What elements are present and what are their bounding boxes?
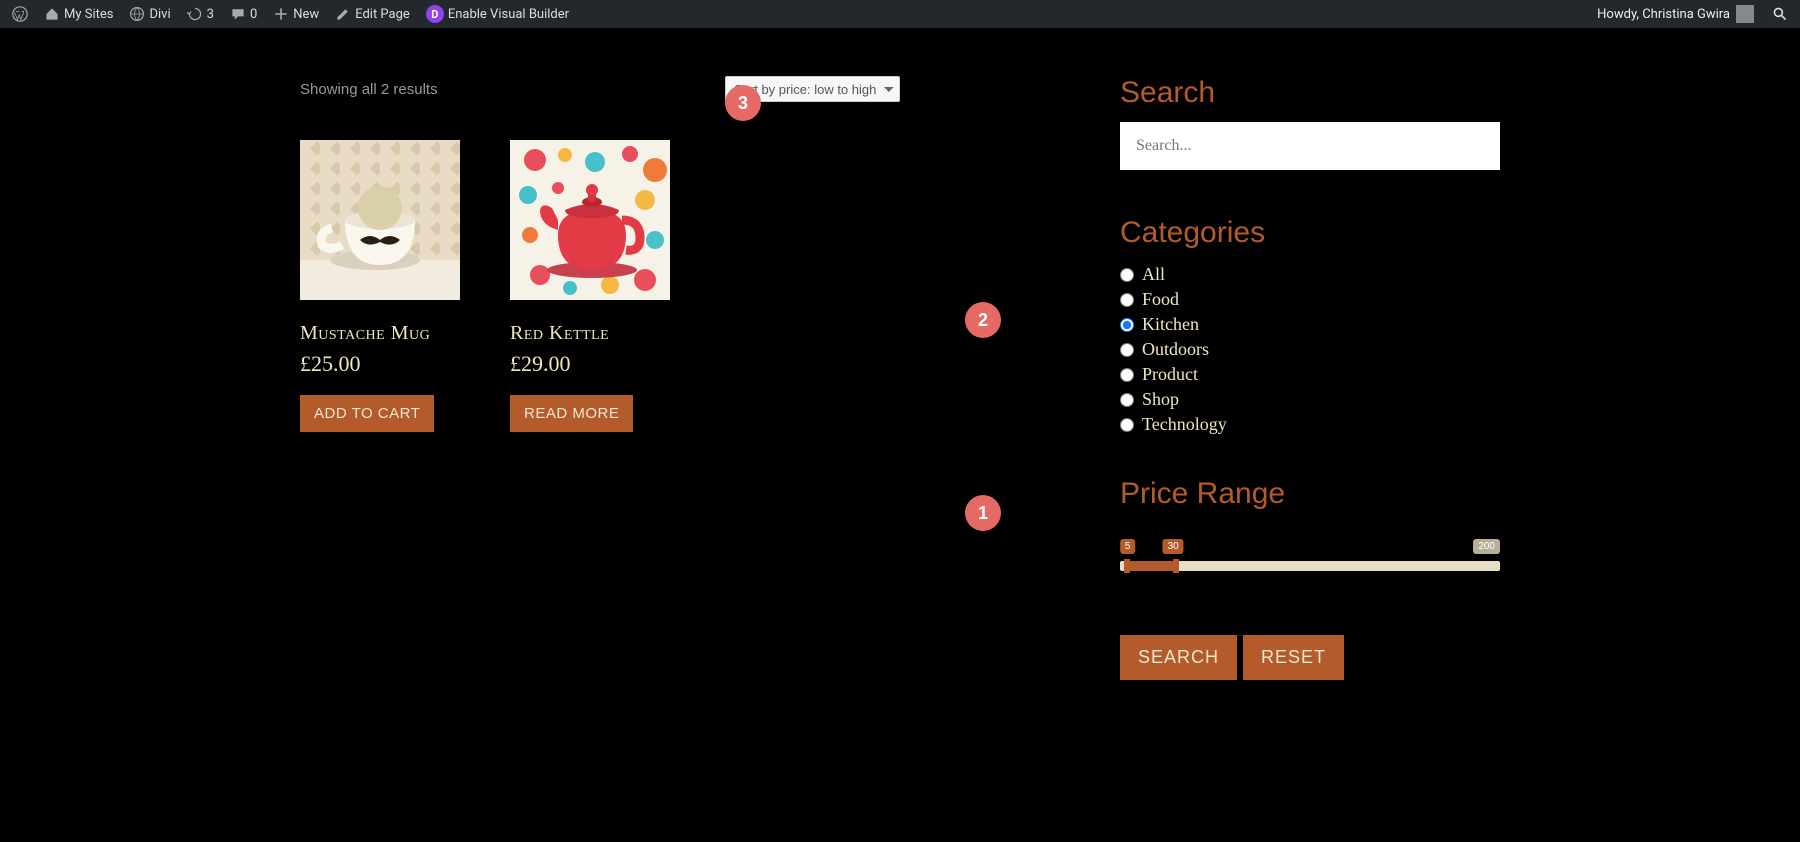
category-radio[interactable]	[1120, 393, 1134, 407]
price-range-title: Price Range	[1120, 477, 1500, 511]
category-radio[interactable]	[1120, 268, 1134, 282]
home-icon	[44, 6, 60, 22]
category-radio[interactable]	[1120, 293, 1134, 307]
category-radio[interactable]	[1120, 343, 1134, 357]
category-item-kitchen[interactable]: Kitchen	[1120, 312, 1500, 337]
annotation-marker-2: 2	[965, 302, 1001, 338]
wp-admin-bar: My Sites Divi 3 0 New	[0, 0, 1800, 28]
category-label: Food	[1142, 289, 1179, 310]
visual-builder-label: Enable Visual Builder	[448, 7, 569, 22]
product-thumbnail[interactable]	[300, 140, 460, 300]
search-widget: Search	[1120, 76, 1500, 170]
comments-count: 0	[250, 7, 257, 22]
read-more-button[interactable]: READ MORE	[510, 395, 633, 432]
search-input[interactable]	[1120, 122, 1500, 170]
product-card[interactable]: Red Kettle £29.00 READ MORE	[510, 140, 670, 432]
pencil-icon	[335, 6, 351, 22]
search-icon[interactable]	[1772, 6, 1788, 22]
slider-handle-low[interactable]	[1124, 559, 1130, 573]
site-name-label: Divi	[149, 7, 170, 22]
category-label: Shop	[1142, 389, 1179, 410]
product-grid: Mustache Mug £25.00 ADD TO CART	[300, 140, 900, 432]
edit-page-label: Edit Page	[355, 7, 410, 22]
edit-page-menu[interactable]: Edit Page	[327, 0, 418, 28]
categories-title: Categories	[1120, 216, 1500, 250]
category-item-product[interactable]: Product	[1120, 362, 1500, 387]
shop-sidebar: Search Categories All Food Kitchen Outdo…	[1120, 76, 1500, 842]
product-price: £25.00	[300, 351, 460, 377]
slider-max-label: 200	[1473, 539, 1500, 554]
new-menu[interactable]: New	[265, 0, 327, 28]
search-title: Search	[1120, 76, 1500, 110]
results-bar: Showing all 2 results Sort by price: low…	[300, 76, 900, 102]
site-icon	[129, 6, 145, 22]
slider-bubble-low: 5	[1120, 539, 1136, 554]
annotation-marker-3: 3	[725, 85, 761, 121]
category-item-all[interactable]: All	[1120, 262, 1500, 287]
category-item-technology[interactable]: Technology	[1120, 412, 1500, 437]
shop-main: Showing all 2 results Sort by price: low…	[300, 76, 900, 842]
category-item-outdoors[interactable]: Outdoors	[1120, 337, 1500, 362]
my-sites-menu[interactable]: My Sites	[36, 0, 121, 28]
new-label: New	[293, 7, 319, 22]
category-label: Technology	[1142, 414, 1227, 435]
category-label: Outdoors	[1142, 339, 1209, 360]
search-button[interactable]: SEARCH	[1120, 635, 1237, 680]
category-radio[interactable]	[1120, 418, 1134, 432]
product-title: Red Kettle	[510, 322, 670, 345]
result-count-text: Showing all 2 results	[300, 81, 438, 98]
category-label: Kitchen	[1142, 314, 1199, 335]
comments-menu[interactable]: 0	[222, 0, 265, 28]
add-to-cart-button[interactable]: ADD TO CART	[300, 395, 434, 432]
category-list: All Food Kitchen Outdoors Product Shop T…	[1120, 262, 1500, 437]
filter-buttons: SEARCH RESET	[1120, 635, 1500, 680]
divi-icon: D	[426, 5, 444, 23]
updates-count: 3	[207, 7, 214, 22]
updates-menu[interactable]: 3	[179, 0, 222, 28]
annotation-marker-1: 1	[965, 495, 1001, 531]
comment-icon	[230, 6, 246, 22]
my-sites-label: My Sites	[64, 7, 113, 22]
visual-builder-menu[interactable]: D Enable Visual Builder	[418, 0, 577, 28]
plus-icon	[273, 6, 289, 22]
category-label: All	[1142, 264, 1165, 285]
update-icon	[187, 6, 203, 22]
categories-widget: Categories All Food Kitchen Outdoors Pro…	[1120, 216, 1500, 437]
price-slider[interactable]: 5 30 200	[1120, 539, 1500, 579]
price-range-widget: Price Range 5 30 200	[1120, 477, 1500, 579]
site-menu[interactable]: Divi	[121, 0, 178, 28]
product-thumbnail[interactable]	[510, 140, 670, 300]
category-radio[interactable]	[1120, 318, 1134, 332]
slider-handle-high[interactable]	[1173, 559, 1179, 573]
slider-fill	[1124, 561, 1173, 571]
howdy-text[interactable]: Howdy, Christina Gwira	[1597, 7, 1730, 22]
page-content: Showing all 2 results Sort by price: low…	[0, 28, 1800, 842]
product-price: £29.00	[510, 351, 670, 377]
category-label: Product	[1142, 364, 1198, 385]
wp-logo[interactable]	[4, 0, 36, 28]
reset-button[interactable]: RESET	[1243, 635, 1344, 680]
product-title: Mustache Mug	[300, 322, 460, 345]
category-radio[interactable]	[1120, 368, 1134, 382]
category-item-food[interactable]: Food	[1120, 287, 1500, 312]
category-item-shop[interactable]: Shop	[1120, 387, 1500, 412]
wordpress-icon	[12, 6, 28, 22]
product-card[interactable]: Mustache Mug £25.00 ADD TO CART	[300, 140, 460, 432]
slider-bubble-high: 30	[1163, 539, 1184, 554]
avatar[interactable]	[1736, 5, 1754, 23]
